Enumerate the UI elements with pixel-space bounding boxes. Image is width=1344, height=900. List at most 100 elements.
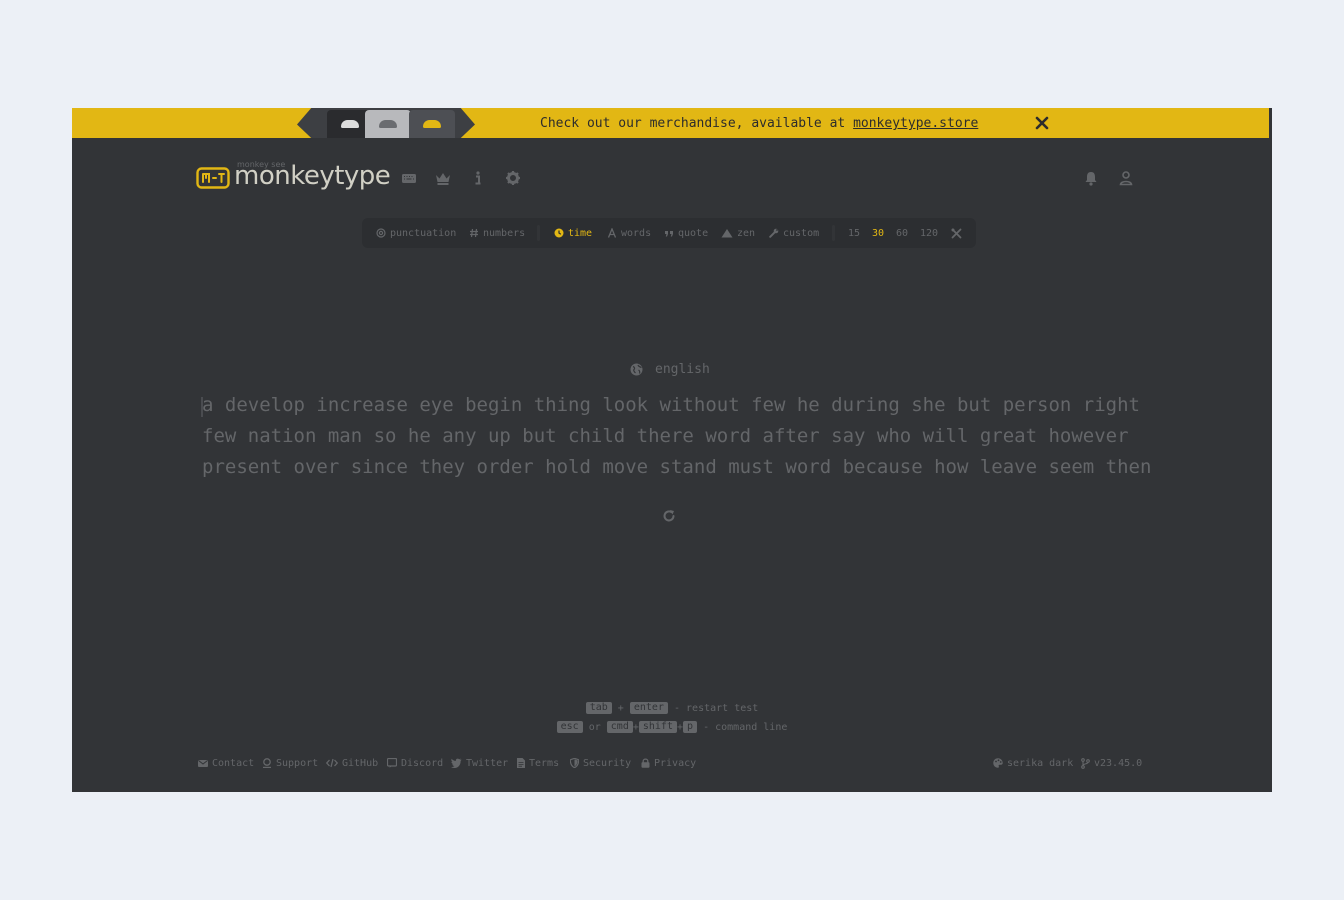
plus-sign: + [632,722,639,733]
chat-icon [387,758,397,768]
bell-icon[interactable] [1082,169,1100,187]
duration-label: 30 [872,227,885,239]
mode-words[interactable]: words [607,218,651,248]
key-p: p [683,721,698,733]
mode-time[interactable]: time [554,218,592,248]
footer: Contact Support GitHub Discord Twitter T… [198,755,1144,771]
shortcut-desc: - command line [703,722,788,733]
merch-image[interactable] [297,108,475,138]
mountain-icon [721,229,733,238]
close-icon[interactable] [1034,115,1050,131]
contact-link[interactable]: Contact [198,755,254,771]
code-branch-icon [1081,757,1090,769]
github-link[interactable]: GitHub [326,755,378,771]
punctuation-toggle[interactable]: punctuation [376,218,456,248]
numbers-label: numbers [483,227,526,239]
restart-icon[interactable] [662,509,676,523]
custom-label: custom [783,227,820,239]
hash-icon [470,228,478,238]
code-icon [326,758,338,768]
key-cmd: cmd [606,721,633,733]
zen-label: zen [737,227,756,239]
discord-link[interactable]: Discord [387,755,443,771]
terms-link[interactable]: Terms [517,755,559,771]
user-icon[interactable] [1117,169,1135,187]
key-shift: shift [638,721,677,733]
duration-30[interactable]: 30 [872,218,884,248]
time-label: time [568,227,593,239]
plus-sign: + [617,703,624,714]
shortcut-desc: - restart test [674,703,759,714]
banner-message: Check out our merchandise, available at … [540,108,978,138]
contact-label: Contact [212,757,255,769]
words-display[interactable]: a develop increase eye begin thing look … [202,390,1152,483]
privacy-label: Privacy [654,757,697,769]
font-icon [607,228,617,238]
globe-icon [630,363,643,376]
test-config-bar: punctuation numbers time words quote zen… [362,218,976,248]
duration-label: 15 [848,227,861,239]
security-link[interactable]: Security [570,755,631,771]
merch-banner: Check out our merchandise, available at … [72,108,1272,138]
wrench-icon [769,228,779,238]
at-icon [376,228,386,238]
or-text: or [588,722,601,733]
key-enter: enter [629,702,668,714]
banner-text: Check out our merchandise, available at [540,116,854,131]
keyboard-logo-icon[interactable] [196,167,230,189]
document-icon [517,758,525,768]
custom-duration-button[interactable] [951,218,962,248]
tools-icon [951,228,962,238]
quote-icon [665,231,673,237]
language-label: english [655,362,710,377]
key-tab: tab [585,702,612,714]
privacy-link[interactable]: Privacy [641,755,696,771]
duration-label: 120 [920,227,939,239]
words-line: few nation man so he any up but child th… [202,425,1129,447]
duration-120[interactable]: 120 [920,218,938,248]
twitter-link[interactable]: Twitter [451,755,508,771]
info-icon[interactable] [469,169,487,187]
discord-label: Discord [401,757,444,769]
version-link[interactable]: v23.45.0 [1081,755,1142,771]
key-esc: esc [556,721,583,733]
gear-icon[interactable] [504,169,522,187]
support-label: Support [276,757,319,769]
terms-label: Terms [529,757,560,769]
keyboard-shortcuts: tab + enter - restart test esc or cmd + sh… [72,699,1272,737]
crown-icon[interactable] [434,169,452,187]
envelope-icon [198,759,208,767]
words-line: a develop increase eye begin thing look … [202,394,1140,416]
numbers-toggle[interactable]: numbers [469,218,525,248]
palette-icon [993,758,1003,768]
logo-text[interactable]: monkeytype [234,161,391,191]
duration-15[interactable]: 15 [848,218,860,248]
mode-custom[interactable]: custom [769,218,819,248]
twitter-icon [451,758,462,768]
app-window: Check out our merchandise, available at … [72,108,1272,792]
duration-label: 60 [896,227,909,239]
quote-label: quote [678,227,709,239]
donate-icon [263,758,271,768]
mode-quote[interactable]: quote [664,218,708,248]
theme-label: serika dark [1007,757,1074,769]
punctuation-label: punctuation [390,227,457,239]
shield-icon [570,758,579,768]
duration-60[interactable]: 60 [896,218,908,248]
clock-icon [554,228,564,238]
security-label: Security [583,757,632,769]
github-label: GitHub [342,757,379,769]
language-button[interactable]: english [630,362,710,377]
support-link[interactable]: Support [262,755,318,771]
words-label: words [621,227,652,239]
shirt-graphic [365,110,411,138]
keyboard-icon[interactable] [400,169,418,187]
store-link[interactable]: monkeytype.store [853,116,978,131]
lock-icon [641,758,650,768]
top-nav: monkey see monkeytype [196,158,1142,198]
mode-zen[interactable]: zen [721,218,755,248]
words-line: present over since they order hold move … [202,456,1152,478]
version-label: v23.45.0 [1094,757,1143,769]
theme-button[interactable]: serika dark [993,755,1073,771]
twitter-label: Twitter [466,757,509,769]
